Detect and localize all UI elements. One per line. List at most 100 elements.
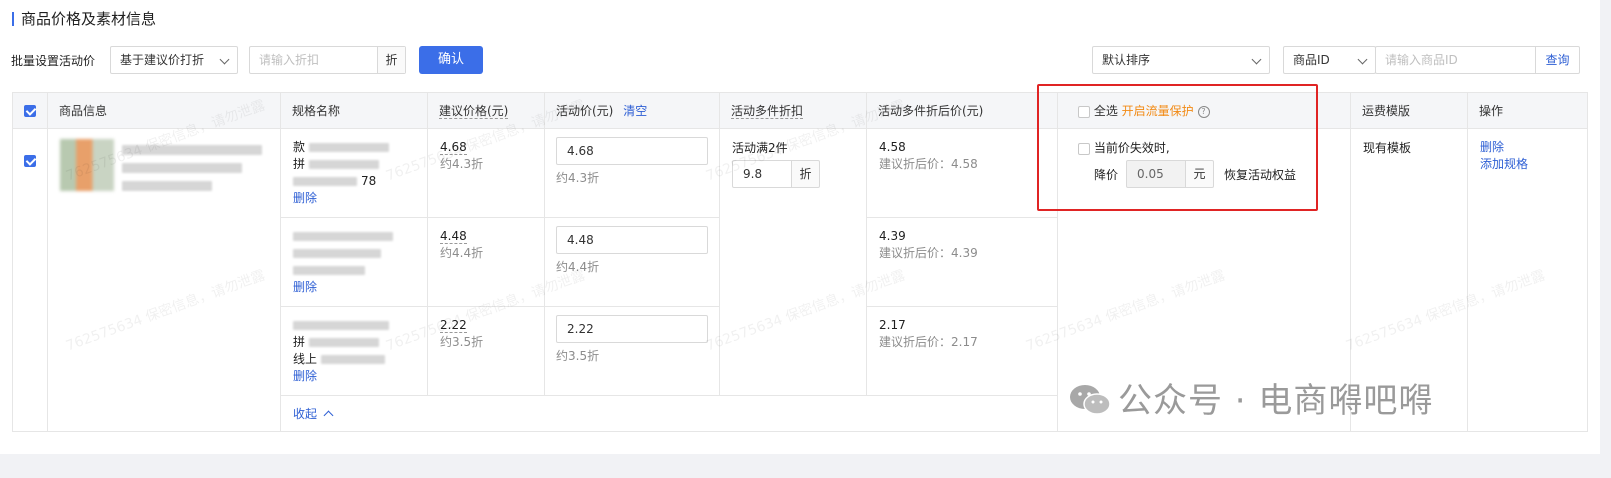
multi-discount-input-group: 9.8 折 [732,160,854,188]
suggested-discount: 约4.4折 [440,246,484,260]
multi-after-hint: 建议折后价：4.39 [879,246,978,260]
header-ops: 操作 [1467,92,1588,129]
mode-select-value: 基于建议价打折 [120,53,205,67]
activity-cell: 4.68 约4.3折 [544,128,720,218]
mode-select[interactable]: 基于建议价打折 [110,46,238,74]
blurred-text [293,321,389,330]
discount-placeholder: 请输入折扣 [259,53,320,67]
activity-cell: 2.22 约3.5折 [544,306,720,396]
sort-select-value: 默认排序 [1102,53,1151,67]
spec-line: 款 [293,140,306,154]
spec-line: 线上 [293,352,318,366]
suggested-cell: 2.22 约3.5折 [427,306,545,396]
search-input[interactable]: 请输入商品ID 查询 [1375,46,1580,74]
spec-delete-link[interactable]: 删除 [293,279,415,296]
row-checkbox[interactable] [24,154,36,167]
chevron-up-icon [323,410,334,421]
header-product: 商品信息 [47,92,281,129]
blurred-text [321,355,386,364]
blurred-text [309,143,390,152]
blurred-text [122,163,242,173]
header-spec: 规格名称 [280,92,428,129]
search-field-select[interactable]: 商品ID [1283,46,1376,74]
discount-unit: 折 [377,47,405,73]
batch-label: 批量设置活动价 [11,54,96,68]
spec-delete-link[interactable]: 删除 [293,368,415,385]
chevron-down-icon [1251,54,1262,65]
suggested-discount: 约4.3折 [440,157,484,171]
collapse-label: 收起 [293,407,318,421]
multi-discount-unit: 折 [792,160,820,188]
spec-delete-link[interactable]: 删除 [293,190,415,207]
activity-price-input[interactable]: 4.68 [556,137,708,165]
spec-cell: 拼 线上 删除 [280,306,428,396]
ops-cell: 删除 添加规格 [1467,128,1588,432]
header-multi: 活动多件折扣 [731,104,804,119]
multi-rule: 活动满2件 [732,141,788,155]
wechat-account-mark: 公众号 · 电商嘚吧嘚 [1118,381,1434,421]
blurred-text [122,145,262,155]
blurred-text [122,181,212,191]
spec-text: 78 [293,173,415,190]
multi-after-hint: 建议折后价：4.58 [879,157,978,171]
spec-text [293,245,415,262]
search-button[interactable]: 查询 [1535,47,1579,73]
suggested-cell: 4.68 约4.3折 [427,128,545,218]
spec-cell: 款 拼 78 删除 [280,128,428,218]
ops-add-spec-link[interactable]: 添加规格 [1480,156,1575,173]
blurred-text [309,338,380,347]
activity-discount: 约4.3折 [556,171,600,185]
header-suggested: 建议价格(元) [439,104,509,119]
activity-discount: 约3.5折 [556,349,600,363]
suggested-price: 4.68 [440,140,467,155]
blurred-text [309,160,380,169]
spec-text: 拼 [293,156,415,173]
suggested-price: 2.22 [440,318,467,333]
wechat-icon [1070,385,1111,415]
header-multi-cell: 活动多件折扣 [719,92,867,129]
multi-after-cell: 4.39 建议折后价：4.39 [866,217,1058,307]
spec-text [293,317,415,334]
spec-line: 78 [361,174,377,188]
header-multi-after: 活动多件折后价(元) [866,92,1058,129]
multi-after-cell: 4.58 建议折后价：4.58 [866,128,1058,218]
multi-after-cell: 2.17 建议折后价：2.17 [866,306,1058,396]
spec-line: 拼 [293,157,306,171]
multi-after-hint: 建议折后价：2.17 [879,335,978,349]
blurred-text [293,266,365,275]
multi-after-price: 2.17 [879,318,906,332]
spec-text: 线上 [293,351,415,368]
table-header-row: 商品信息 规格名称 建议价格(元) 活动价(元) 清空 活动多件折扣 活动多件折… [12,92,1588,129]
activity-discount: 约4.4折 [556,260,600,274]
activity-price-input[interactable]: 4.48 [556,226,708,254]
suggested-cell: 4.48 约4.4折 [427,217,545,307]
select-all-checkbox[interactable] [24,105,36,117]
chevron-down-icon [219,54,230,65]
clear-button[interactable]: 清空 [623,104,647,118]
header-activity: 活动价(元) [556,104,614,118]
suggested-price: 4.48 [440,229,467,244]
spec-text: 款 [293,139,415,156]
search-field-value: 商品ID [1293,53,1330,67]
blurred-text [293,249,381,258]
activity-price-input[interactable]: 2.22 [556,315,708,343]
header-suggested-cell: 建议价格(元) [427,92,545,129]
shipping-value: 现有模板 [1363,141,1412,155]
discount-input[interactable]: 请输入折扣 折 [249,46,406,74]
blurred-text [293,177,357,186]
ops-delete-link[interactable]: 删除 [1480,139,1575,156]
multi-discount-input[interactable]: 9.8 [732,160,792,188]
multi-after-price: 4.58 [879,140,906,154]
spec-text [293,228,415,245]
product-thumb-blurred [60,139,268,191]
product-info-cell [47,128,281,432]
table-row: 款 拼 78 删除 4.68 约4.3折 4.68 约4.3折 活动满2件 9.… [12,128,1588,432]
product-image [60,139,114,191]
collapse-link[interactable]: 收起 [293,407,334,421]
suggested-discount: 约3.5折 [440,335,484,349]
row-check-cell [12,128,48,432]
multi-discount-cell: 活动满2件 9.8 折 [719,128,867,396]
sort-select[interactable]: 默认排序 [1092,46,1270,74]
chevron-down-icon [1357,54,1368,65]
confirm-button[interactable]: 确认 [419,46,483,74]
